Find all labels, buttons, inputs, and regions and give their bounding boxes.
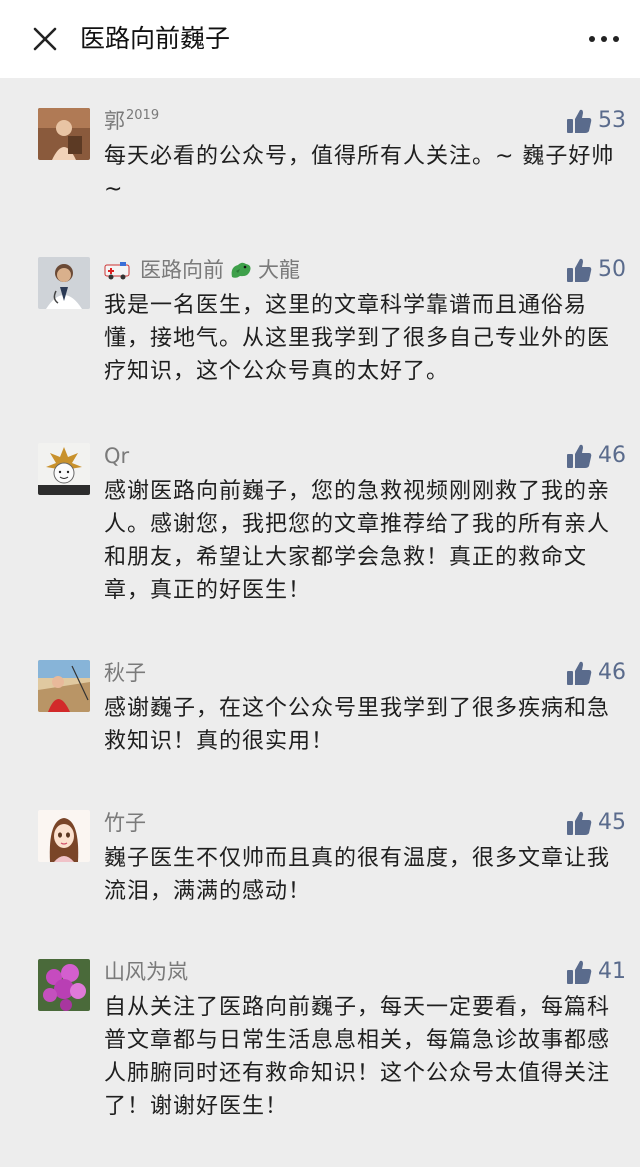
comment-item: 医路向前 大龍 50 我是一名医生，这里的文章科学靠谱而且通俗易懂，接地气。从这… <box>0 253 640 413</box>
thumbs-up-icon <box>567 109 592 133</box>
avatar[interactable] <box>38 108 90 160</box>
ambulance-emoji-icon <box>104 262 130 280</box>
thumbs-up-icon <box>567 960 592 984</box>
dragon-emoji-icon <box>231 262 251 278</box>
username-text: 秋子 <box>104 661 146 685</box>
comment-item: 秋子 46 感谢巍子，在这个公众号里我学到了很多疾病和急救知识！真的很实用！ <box>0 656 640 776</box>
username-suffix: 2019 <box>126 107 160 123</box>
comment-text: 自从关注了医路向前巍子，每天一定要看，每篇科普文章都与日常生活息息相关，每篇急诊… <box>104 995 611 1119</box>
like-count: 46 <box>598 443 626 468</box>
comment-text: 每天必看的公众号，值得所有人关注。~ 巍子好帅 ~ <box>104 144 615 202</box>
top-bar: 医路向前巍子 <box>0 0 640 78</box>
thumbs-up-icon <box>567 811 592 835</box>
like-button[interactable]: 41 <box>566 955 626 989</box>
username-text: 医路向前 <box>140 258 224 282</box>
username-text: Qr <box>104 444 130 468</box>
comment-text: 感谢巍子，在这个公众号里我学到了很多疾病和急救知识！真的很实用！ <box>104 696 611 754</box>
comment-text: 我是一名医生，这里的文章科学靠谱而且通俗易懂，接地气。从这里我学到了很多自己专业… <box>104 293 611 384</box>
comment-text: 巍子医生不仅帅而且真的很有温度，很多文章让我流泪，满满的感动！ <box>104 846 611 904</box>
like-button[interactable]: 50 <box>566 253 626 287</box>
like-count: 45 <box>598 810 626 835</box>
like-button[interactable]: 53 <box>566 104 626 138</box>
comment-username: 秋子 <box>104 656 146 690</box>
like-button[interactable]: 45 <box>566 806 626 840</box>
comment-username: 医路向前 大龍 <box>104 253 300 287</box>
comment-username: 山风为岚 <box>104 955 188 989</box>
more-icon[interactable] <box>584 24 624 54</box>
like-count: 46 <box>598 660 626 685</box>
comment-username: 竹子 <box>104 806 146 840</box>
like-button[interactable]: 46 <box>566 439 626 473</box>
username-text: 郭 <box>104 109 125 133</box>
avatar[interactable] <box>38 959 90 1011</box>
username-text: 山风为岚 <box>104 960 188 984</box>
comment-text: 感谢医路向前巍子，您的急救视频刚刚救了我的亲人。感谢您，我把您的文章推荐给了我的… <box>104 479 611 603</box>
comment-list: 郭 2019 53 每天必看的公众号，值得所有人关注。~ 巍子好帅 ~ 医路向前… <box>0 78 640 1167</box>
comment-username: Qr <box>104 439 129 473</box>
avatar[interactable] <box>38 257 90 309</box>
comment-username: 郭 2019 <box>104 104 159 138</box>
thumbs-up-icon <box>567 661 592 685</box>
avatar[interactable] <box>38 443 90 495</box>
like-count: 53 <box>598 108 626 133</box>
comment-item: 郭 2019 53 每天必看的公众号，值得所有人关注。~ 巍子好帅 ~ <box>0 104 640 224</box>
comment-item: 竹子 45 巍子医生不仅帅而且真的很有温度，很多文章让我流泪，满满的感动！ <box>0 806 640 926</box>
username-text: 竹子 <box>104 811 146 835</box>
like-count: 41 <box>598 959 626 984</box>
like-count: 50 <box>598 257 626 282</box>
avatar[interactable] <box>38 810 90 862</box>
thumbs-up-icon <box>567 258 592 282</box>
like-button[interactable]: 46 <box>566 656 626 690</box>
avatar[interactable] <box>38 660 90 712</box>
username-suffix: 大龍 <box>258 258 300 282</box>
comment-item: 山风为岚 41 自从关注了医路向前巍子，每天一定要看，每篇科普文章都与日常生活息… <box>0 955 640 1155</box>
page-title: 医路向前巍子 <box>80 24 231 53</box>
comment-item: Qr 46 感谢医路向前巍子，您的急救视频刚刚救了我的亲人。感谢您，我把您的文章… <box>0 439 640 639</box>
close-icon[interactable] <box>28 22 62 56</box>
thumbs-up-icon <box>567 444 592 468</box>
